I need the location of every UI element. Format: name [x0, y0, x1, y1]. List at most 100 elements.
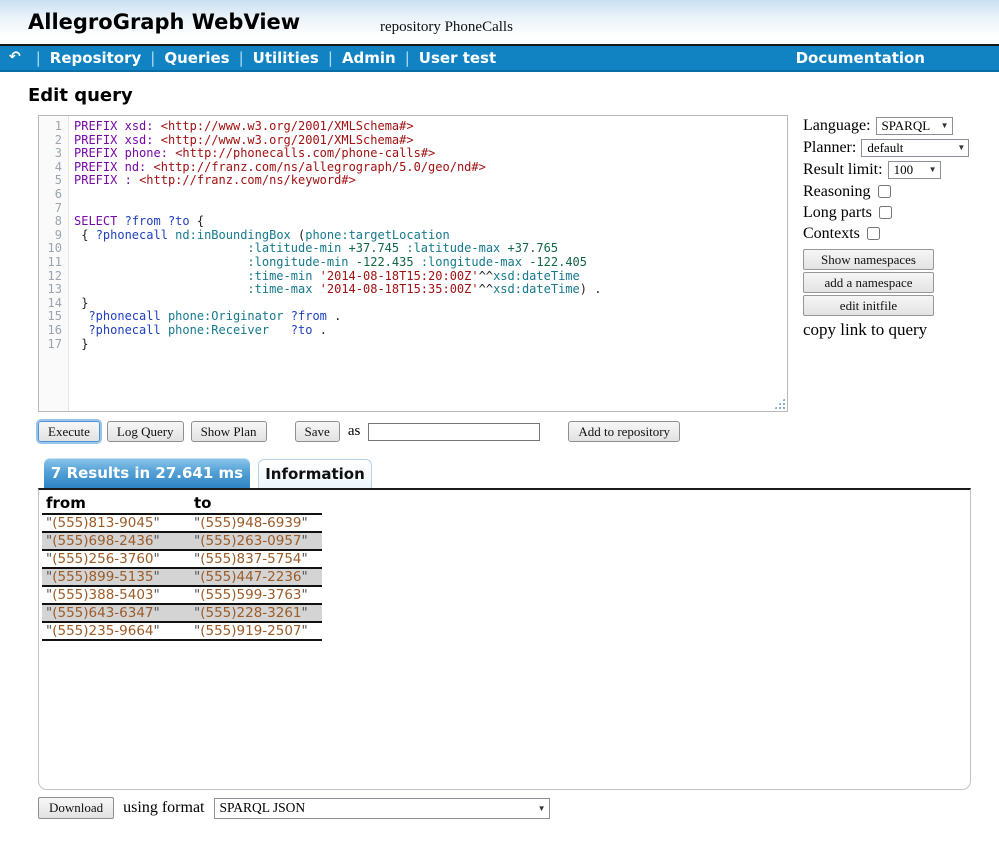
line-number: 9	[39, 229, 62, 243]
save-name-input[interactable]	[368, 423, 540, 441]
back-icon[interactable]: ↶	[9, 49, 21, 65]
add-a-namespace-button[interactable]: add a namespace	[803, 272, 934, 293]
language-row: Language: SPARQL ▼	[803, 116, 999, 135]
results-table: fromto "(555)813-9045""(555)948-6939""(5…	[42, 493, 322, 641]
table-row: "(555)388-5403""(555)599-3763"	[42, 586, 322, 604]
save-as-label: as	[348, 423, 361, 440]
line-number: 5	[39, 174, 62, 188]
navbar-separator: |	[36, 49, 41, 67]
table-header-row: fromto	[42, 493, 322, 514]
execute-button[interactable]: Execute	[38, 421, 100, 442]
planner-select[interactable]: default ▼	[861, 139, 969, 157]
download-button[interactable]: Download	[38, 797, 114, 819]
result-limit-select[interactable]: 100 ▼	[888, 161, 941, 179]
column-header-to: to	[190, 493, 322, 514]
code-line: PREFIX phone: <http://phonecalls.com/pho…	[74, 147, 787, 161]
reasoning-option: Reasoning	[803, 183, 999, 200]
code-line: SELECT ?from ?to {	[74, 215, 787, 229]
code-line	[74, 188, 787, 202]
result-cell: "(555)447-2236"	[190, 568, 322, 586]
results-tabs: 7 Results in 27.641 ms Information	[44, 458, 372, 488]
results-panel: fromto "(555)813-9045""(555)948-6939""(5…	[38, 488, 971, 790]
table-row: "(555)643-6347""(555)228-3261"	[42, 604, 322, 622]
show-namespaces-button[interactable]: Show namespaces	[803, 249, 934, 270]
line-number: 7	[39, 202, 62, 216]
dropdown-arrow-icon: ▼	[941, 121, 949, 130]
planner-row: Planner: default ▼	[803, 138, 999, 157]
repository-label: repository PhoneCalls	[380, 19, 513, 36]
code-line: { ?phonecall nd:inBoundingBox (phone:tar…	[74, 229, 787, 243]
add-to-repository-button[interactable]: Add to repository	[568, 421, 680, 442]
line-number: 10	[39, 242, 62, 256]
toolbar: Execute Log Query Show Plan Save as Add …	[38, 421, 680, 442]
result-cell: "(555)948-6939"	[190, 514, 322, 532]
table-row: "(555)698-2436""(555)263-0957"	[42, 532, 322, 550]
language-selected-value: SPARQL	[882, 118, 931, 134]
query-editor[interactable]: 1234567891011121314151617 PREFIX xsd: <h…	[38, 115, 788, 412]
result-cell: "(555)235-9664"	[42, 622, 190, 640]
log-query-button[interactable]: Log Query	[107, 421, 184, 442]
navbar-separator: |	[405, 49, 410, 67]
reasoning-label: Reasoning	[803, 183, 871, 201]
code-line: :longitude-min -122.435 :longitude-max -…	[74, 256, 787, 270]
dropdown-arrow-icon: ▼	[538, 804, 546, 813]
tab-results[interactable]: 7 Results in 27.641 ms	[44, 458, 250, 488]
code-line: }	[74, 338, 787, 352]
navbar-item-utilities[interactable]: Utilities	[253, 49, 319, 67]
line-number: 1	[39, 120, 62, 134]
planner-selected-value: default	[867, 140, 903, 156]
navbar-item-user-test[interactable]: User test	[419, 49, 496, 67]
code-line: :time-min '2014-08-18T15:20:00Z'^^xsd:da…	[74, 270, 787, 284]
result-cell: "(555)899-5135"	[42, 568, 190, 586]
contexts-checkbox[interactable]	[867, 227, 880, 240]
line-number: 14	[39, 297, 62, 311]
code-line: PREFIX nd: <http://franz.com/ns/allegrog…	[74, 161, 787, 175]
code-line: PREFIX xsd: <http://www.w3.org/2001/XMLS…	[74, 134, 787, 148]
reasoning-checkbox[interactable]	[878, 185, 891, 198]
language-select[interactable]: SPARQL ▼	[876, 117, 953, 135]
navbar-separator: |	[239, 49, 244, 67]
code-line: :time-max '2014-08-18T15:35:00Z'^^xsd:da…	[74, 283, 787, 297]
navbar-separator: |	[328, 49, 333, 67]
format-select[interactable]: SPARQL JSON ▼	[214, 798, 550, 819]
line-number: 2	[39, 134, 62, 148]
download-bar: Download using format SPARQL JSON ▼	[38, 797, 550, 819]
navbar-item-documentation[interactable]: Documentation	[796, 49, 925, 67]
table-row: "(555)899-5135""(555)447-2236"	[42, 568, 322, 586]
table-row: "(555)256-3760""(555)837-5754"	[42, 550, 322, 568]
code-line: PREFIX xsd: <http://www.w3.org/2001/XMLS…	[74, 120, 787, 134]
result-cell: "(555)813-9045"	[42, 514, 190, 532]
result-cell: "(555)263-0957"	[190, 532, 322, 550]
copy-link-to-query[interactable]: copy link to query	[803, 320, 999, 340]
show-plan-button[interactable]: Show Plan	[191, 421, 267, 442]
app-title: AllegroGraph WebView	[28, 10, 300, 34]
code-line: }	[74, 297, 787, 311]
result-cell: "(555)256-3760"	[42, 550, 190, 568]
edit-initfile-button[interactable]: edit initfile	[803, 295, 934, 316]
result-cell: "(555)388-5403"	[42, 586, 190, 604]
navbar: ↶ | Repository | Queries | Utilities | Admin | Us…	[0, 44, 999, 72]
navbar-item-queries[interactable]: Queries	[164, 49, 229, 67]
format-selected-value: SPARQL JSON	[220, 800, 306, 816]
long-parts-option: Long parts	[803, 204, 999, 221]
save-button[interactable]: Save	[295, 421, 340, 442]
code-line: ?phonecall phone:Receiver ?to .	[74, 324, 787, 338]
line-number: 8	[39, 215, 62, 229]
long-parts-label: Long parts	[803, 204, 872, 222]
result-cell: "(555)599-3763"	[190, 586, 322, 604]
result-cell: "(555)698-2436"	[42, 532, 190, 550]
contexts-label: Contexts	[803, 225, 860, 243]
line-number: 15	[39, 310, 62, 324]
line-number: 12	[39, 270, 62, 284]
column-header-from: from	[42, 493, 190, 514]
tab-information[interactable]: Information	[258, 459, 372, 488]
navbar-separator: |	[150, 49, 155, 67]
using-format-label: using format	[123, 799, 204, 817]
editor-code[interactable]: PREFIX xsd: <http://www.w3.org/2001/XMLS…	[69, 116, 787, 411]
result-cell: "(555)919-2507"	[190, 622, 322, 640]
navbar-item-admin[interactable]: Admin	[342, 49, 396, 67]
navbar-item-repository[interactable]: Repository	[50, 49, 142, 67]
line-number: 16	[39, 324, 62, 338]
table-row: "(555)235-9664""(555)919-2507"	[42, 622, 322, 640]
long-parts-checkbox[interactable]	[879, 206, 892, 219]
